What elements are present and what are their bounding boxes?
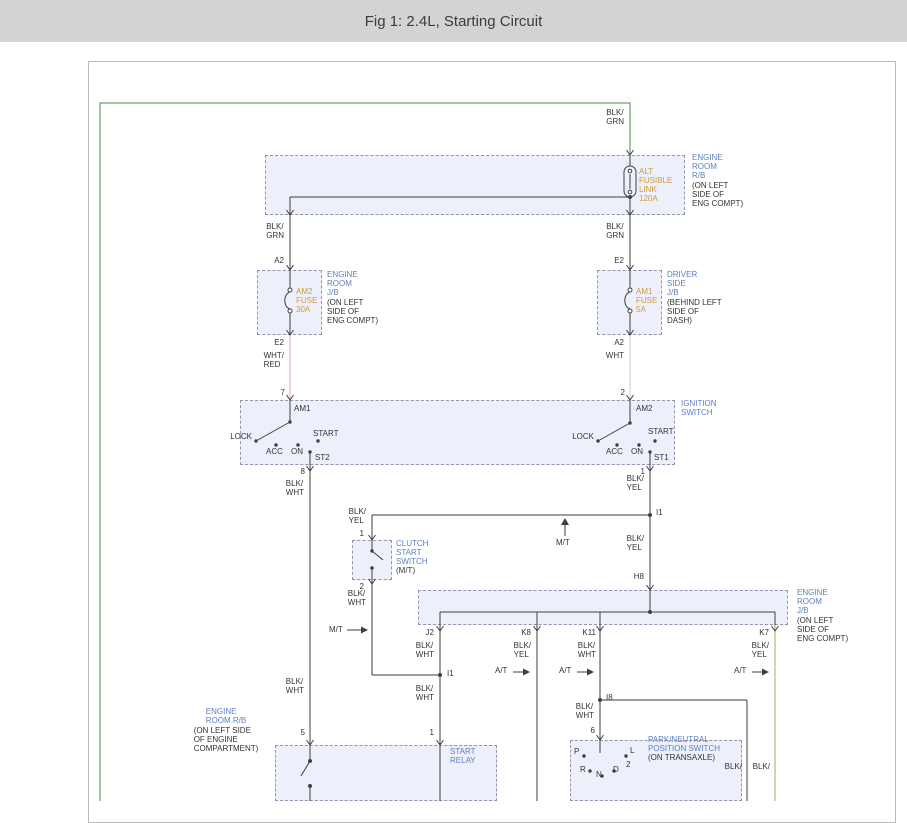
component-clutch-start-switch-note: (M/T) [396,566,415,575]
wire-blk-wht-3: BLK/ WHT [416,641,434,659]
pos-on-right: ON [631,447,643,456]
box-label-engine-room-jb-main: ENGINE ROOM J/B [797,588,828,615]
box-label-driver-side-jb: DRIVER SIDE J/B [667,270,697,297]
splice-i1-left: I1 [447,669,454,678]
pin-k7: K7 [759,628,769,637]
wire-blk-yel-1: BLK/ YEL [627,474,644,492]
wire-blk-wht-5: BLK/ WHT [286,677,304,695]
pin-e2-top-right: E2 [614,256,624,265]
wire-blk-yel-5: BLK/ YEL [752,641,769,659]
component-clutch-start-switch: CLUTCH START SWITCH [396,539,428,566]
pin-1-relay: 1 [430,728,434,737]
term-st1: ST1 [654,453,669,462]
pin-k11: K11 [582,628,596,637]
pin-a2-top-left: A2 [274,256,284,265]
note-at-2: A/T [559,666,571,675]
box-label-engine-room-jb-left: ENGINE ROOM J/B [327,270,358,297]
splice-i1-right: I1 [656,508,663,517]
box-note-engine-room-rb-top: (ON LEFT SIDE OF ENG COMPT) [692,181,743,208]
wire-blk-wht-4: BLK/ WHT [578,641,596,659]
note-mt-right: M/T [329,625,343,634]
wire-blk-wht-2: BLK/ WHT [348,589,366,607]
pnp-pos-l: L [630,746,634,755]
note-at-3: A/T [734,666,746,675]
pos-acc-left: ACC [266,447,283,456]
box-note-driver-side-jb: (BEHIND LEFT SIDE OF DASH) [667,298,722,325]
wire-blk-wht-1: BLK/ WHT [286,479,304,497]
term-am1: AM1 [294,404,310,413]
wire-blk-grn-left: BLK/ GRN [266,222,284,240]
pin-a2-bottom-right: A2 [614,338,624,347]
pos-lock-left: LOCK [230,432,252,441]
note-at-1: A/T [495,666,507,675]
pin-8: 8 [301,467,305,476]
pos-acc-right: ACC [606,447,623,456]
wire-blk-yel-2: BLK/ YEL [349,507,366,525]
diagram-area: Fig 1: 2.4L, Starting Circuit [0,0,907,801]
splice-i8: I8 [606,693,613,702]
wire-blk-cut-1: BLK/ [725,762,742,771]
pin-k8: K8 [521,628,531,637]
note-mt-up: M/T [556,538,570,547]
component-am1-fuse: AM1 FUSE 5A [636,287,657,314]
wire-blk-grn-top: BLK/ GRN [606,108,624,126]
wire-blk-cut-2: BLK/ [753,762,770,771]
pin-7: 7 [281,388,285,397]
term-st2: ST2 [315,453,330,462]
pin-e2-bottom-left: E2 [274,338,284,347]
box-clutch-start-switch [352,540,392,580]
pin-h8: H8 [634,572,644,581]
box-note-engine-room-rb-bottom: (ON LEFT SIDE OF ENGINE COMPARTMENT) [194,726,259,753]
term-am2: AM2 [636,404,652,413]
wire-blk-wht-6: BLK/ WHT [416,684,434,702]
pin-2: 2 [621,388,625,397]
box-engine-room-jb-main [418,590,788,625]
component-am2-fuse: AM2 FUSE 30A [296,287,317,314]
figure-title: Fig 1: 2.4L, Starting Circuit [365,13,543,30]
pin-6-pnp: 6 [591,726,595,735]
component-pnp-switch-note: (ON TRANSAXLE) [648,753,715,762]
pnp-pos-d: D [613,765,619,774]
component-alt-fusible-link: ALT FUSIBLE LINK 120A [639,167,672,203]
pnp-pos-r: R [580,765,586,774]
box-label-ignition-switch: IGNITION SWITCH [681,399,717,417]
component-pnp-switch: PARK/NEUTRAL POSITION SWITCH [648,735,720,753]
box-note-engine-room-jb-main: (ON LEFT SIDE OF ENG COMPT) [797,616,848,643]
pnp-pos-n: N [596,770,602,779]
wire-blk-yel-4: BLK/ YEL [514,641,531,659]
pin-5-relay: 5 [301,728,305,737]
box-note-engine-room-jb-left: (ON LEFT SIDE OF ENG COMPT) [327,298,378,325]
box-label-engine-room-rb-bottom: ENGINE ROOM R/B [206,707,246,725]
pos-on-left: ON [291,447,303,456]
pin-1-clutch: 1 [360,529,364,538]
box-label-engine-room-rb-top: ENGINE ROOM R/B [692,153,723,180]
title-bar: Fig 1: 2.4L, Starting Circuit [0,0,907,42]
wire-wht-red: WHT/ RED [264,351,284,369]
box-engine-room-rb-top [265,155,685,215]
pnp-pos-2: 2 [626,760,630,769]
wire-blk-wht-7: BLK/ WHT [576,702,594,720]
pos-start-right: START [648,427,673,436]
wire-blk-grn-right: BLK/ GRN [606,222,624,240]
wire-blk-yel-3: BLK/ YEL [627,534,644,552]
component-start-relay: START RELAY [450,747,476,765]
pin-j2: J2 [426,628,434,637]
pos-start-left: START [313,429,338,438]
wire-wht: WHT [606,351,624,360]
pos-lock-right: LOCK [572,432,594,441]
pnp-pos-p: P [574,747,579,756]
